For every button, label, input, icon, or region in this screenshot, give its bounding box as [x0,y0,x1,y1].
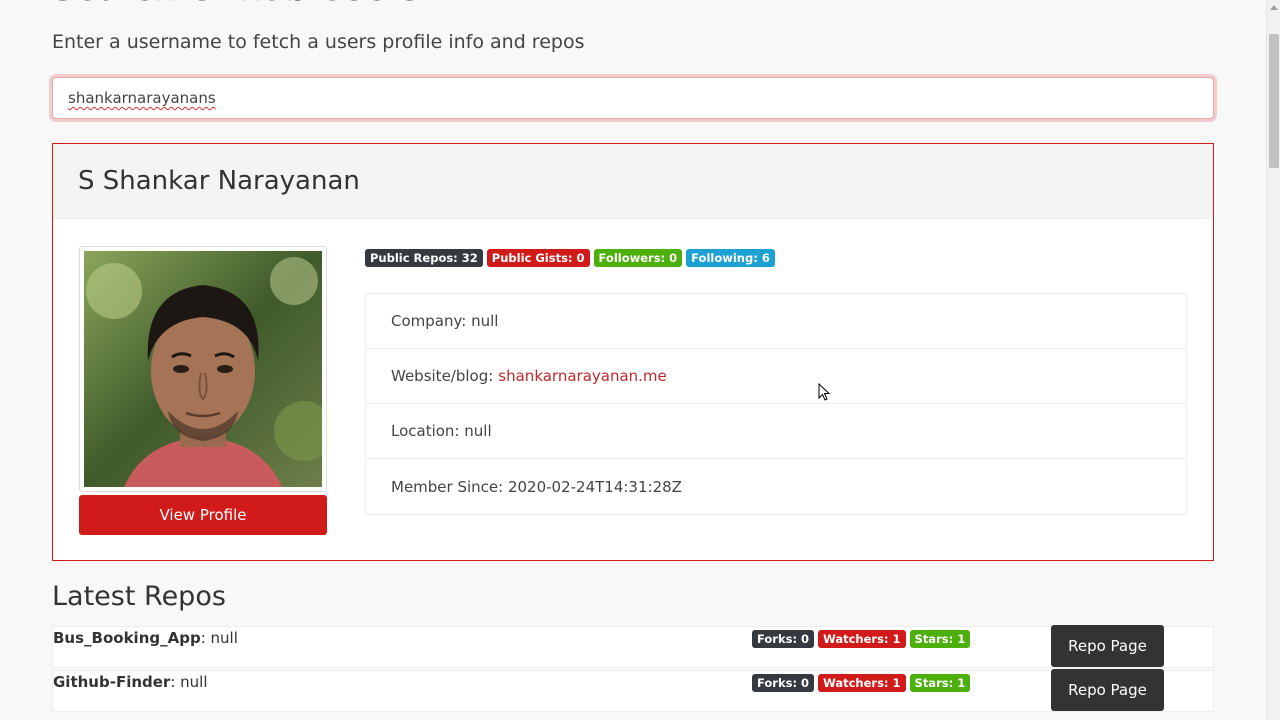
profile-stats: Public Repos: 32 Public Gists: 0 Followe… [365,249,775,267]
watchers-badge: Watchers: 1 [818,674,906,692]
latest-repos-title: Latest Repos [52,581,226,612]
stars-badge: Stars: 1 [909,674,971,692]
location-label: Location: null [391,422,492,440]
repo-row: Bus_Booking_App: null Forks: 0 Watchers:… [52,625,1214,668]
company-item: Company: null [366,294,1186,349]
page-scrollbar[interactable] [1266,0,1280,720]
avatar-frame [79,246,327,492]
followers-badge: Followers: 0 [593,249,683,267]
page-subtitle: Enter a username to fetch a users profil… [52,31,585,53]
member-since-item: Member Since: 2020-02-24T14:31:28Z [366,459,1186,514]
scroll-up-arrow-icon[interactable] [1270,5,1278,10]
repo-description: : null [170,673,208,691]
website-item: Website/blog: shankarnarayanan.me [366,349,1186,404]
repo-page-button[interactable]: Repo Page [1051,669,1164,711]
website-link[interactable]: shankarnarayanan.me [498,367,666,385]
forks-badge: Forks: 0 [752,630,815,648]
scrollbar-thumb[interactable] [1269,34,1279,168]
repo-page-button[interactable]: Repo Page [1051,625,1164,667]
repo-stats: Forks: 0 Watchers: 1 Stars: 1 [752,630,971,648]
view-profile-button[interactable]: View Profile [79,495,327,535]
avatar-photo [84,251,322,487]
public-repos-badge: Public Repos: 32 [365,249,483,267]
repo-stats: Forks: 0 Watchers: 1 Stars: 1 [752,674,971,692]
profile-name: S Shankar Narayanan [78,166,360,196]
profile-card-header: S Shankar Narayanan [53,144,1213,219]
page-title: Search Github Users [52,0,420,9]
stars-badge: Stars: 1 [909,630,971,648]
search-input-value: shankarnarayanans [68,89,216,107]
repo-name: Github-Finder: null [53,673,208,691]
member-since-label: Member Since: 2020-02-24T14:31:28Z [391,477,682,496]
avatar [84,251,322,487]
search-input[interactable]: shankarnarayanans [52,77,1214,119]
company-label: Company: null [391,312,499,330]
public-gists-badge: Public Gists: 0 [486,249,590,267]
repo-row: Github-Finder: null Forks: 0 Watchers: 1… [52,669,1214,712]
profile-info-list: Company: null Website/blog: shankarnaray… [365,293,1187,515]
repo-title: Github-Finder [53,673,171,691]
repo-title: Bus_Booking_App [53,629,201,647]
repo-name: Bus_Booking_App: null [53,629,238,647]
profile-card: S Shankar Narayanan View Profile Public … [52,143,1214,561]
website-label: Website/blog: [391,367,494,385]
forks-badge: Forks: 0 [752,674,815,692]
watchers-badge: Watchers: 1 [818,630,906,648]
repo-description: : null [200,629,238,647]
mouse-cursor-icon [818,383,830,401]
location-item: Location: null [366,404,1186,459]
following-badge: Following: 6 [686,249,775,267]
